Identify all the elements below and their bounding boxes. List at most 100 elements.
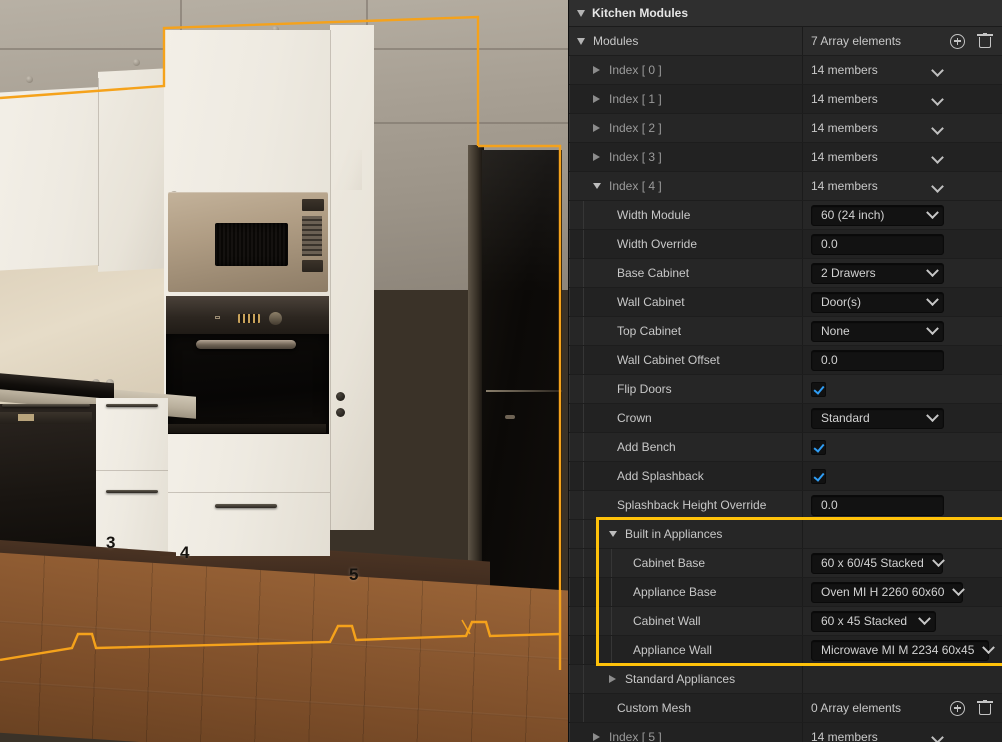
cabinet-knob[interactable] [336, 392, 345, 401]
wall-cabinet-left-door-2[interactable] [98, 68, 170, 272]
row-index[interactable]: Index [ 2 ] 14 members [569, 114, 1002, 143]
property-value-cell[interactable] [803, 433, 1002, 461]
row-property[interactable]: Wall Cabinet Door(s) [569, 288, 1002, 317]
property-number-field[interactable]: 0.0 [811, 494, 944, 516]
modules-name-cell[interactable]: Modules [569, 27, 803, 55]
row-index[interactable]: Index [ 3 ] 14 members [569, 143, 1002, 172]
row-property[interactable]: Splashback Height Override 0.0 [569, 491, 1002, 520]
index-4-name-cell[interactable]: Index [ 4 ] [569, 172, 803, 200]
row-modules-array[interactable]: Modules 7 Array elements [569, 27, 1002, 56]
row-built-in-appliance[interactable]: Cabinet Base 60 x 60/45 Stacked [569, 549, 1002, 578]
property-dropdown[interactable]: None [811, 320, 944, 342]
chevron-right-icon[interactable] [593, 153, 600, 161]
trash-icon[interactable] [977, 33, 993, 49]
property-number-field[interactable]: 0.0 [811, 349, 944, 371]
row-property[interactable]: Width Module 60 (24 inch) [569, 201, 1002, 230]
row-built-in-appliance[interactable]: Appliance Wall Microwave MI M 2234 60x45 [569, 636, 1002, 665]
row-custom-mesh[interactable]: Custom Mesh 0 Array elements [569, 694, 1002, 723]
property-value-cell[interactable]: 0.0 [803, 230, 1002, 258]
row-index[interactable]: Index [ 0 ] 14 members [569, 56, 1002, 85]
appliance-value-cell[interactable]: 60 x 45 Stacked [803, 607, 1002, 635]
property-value-cell[interactable]: None [803, 317, 1002, 345]
chevron-down-icon[interactable] [577, 37, 585, 45]
chevron-down-icon[interactable] [931, 64, 944, 77]
row-standard-appliances[interactable]: Standard Appliances [569, 665, 1002, 694]
row-built-in-appliance[interactable]: Cabinet Wall 60 x 45 Stacked [569, 607, 1002, 636]
row-property[interactable]: Add Bench [569, 433, 1002, 462]
oven-control-knob[interactable] [269, 312, 282, 325]
built-in-oven-door[interactable] [166, 334, 329, 434]
drawer-handle[interactable] [106, 404, 158, 407]
standard-appliances-name-cell[interactable]: Standard Appliances [569, 665, 803, 693]
drawer-handle[interactable] [106, 490, 158, 493]
row-property[interactable]: Add Splashback [569, 462, 1002, 491]
dishwasher-control-panel[interactable] [0, 412, 92, 424]
property-dropdown[interactable]: 60 (24 inch) [811, 204, 944, 226]
row-property[interactable]: Flip Doors [569, 375, 1002, 404]
index-name-cell[interactable]: Index [ 1 ] [569, 85, 803, 113]
property-dropdown[interactable]: 2 Drawers [811, 262, 944, 284]
drawer-handle[interactable] [215, 504, 277, 508]
fridge-handle[interactable] [505, 415, 515, 419]
property-checkbox[interactable] [811, 468, 826, 484]
row-index-4[interactable]: Index [ 4 ] 14 members [569, 172, 1002, 201]
index-name-cell[interactable]: Index [ 0 ] [569, 56, 803, 84]
property-value-cell[interactable]: Standard [803, 404, 1002, 432]
cabinet-knob[interactable] [336, 408, 345, 417]
chevron-down-icon[interactable] [931, 122, 944, 135]
property-dropdown[interactable]: Door(s) [811, 291, 944, 313]
chevron-right-icon[interactable] [593, 733, 600, 741]
index-name-cell[interactable]: Index [ 2 ] [569, 114, 803, 142]
property-value-cell[interactable]: 60 (24 inch) [803, 201, 1002, 229]
appliance-dropdown[interactable]: 60 x 45 Stacked [811, 610, 936, 632]
microwave-button-panel[interactable] [302, 260, 323, 272]
row-property[interactable]: Wall Cabinet Offset 0.0 [569, 346, 1002, 375]
category-header-kitchen-modules[interactable]: Kitchen Modules [569, 0, 1002, 27]
row-property[interactable]: Base Cabinet 2 Drawers [569, 259, 1002, 288]
oven-door-handle[interactable] [196, 340, 296, 349]
trash-icon[interactable] [977, 700, 993, 716]
appliance-dropdown[interactable]: Microwave MI M 2234 60x45 [811, 639, 996, 661]
chevron-down-icon[interactable] [609, 531, 617, 537]
appliance-dropdown[interactable]: Oven MI H 2260 60x60 [811, 581, 966, 603]
property-value-cell[interactable]: 0.0 [803, 491, 1002, 519]
chevron-down-icon[interactable] [931, 731, 944, 742]
property-value-cell[interactable]: Door(s) [803, 288, 1002, 316]
property-dropdown[interactable]: Standard [811, 407, 944, 429]
dishwasher-handle[interactable] [2, 404, 90, 407]
index-name-cell[interactable]: Index [ 3 ] [569, 143, 803, 171]
appliance-value-cell[interactable]: Microwave MI M 2234 60x45 [803, 636, 1002, 664]
chevron-right-icon[interactable] [593, 95, 600, 103]
details-properties-panel[interactable]: Kitchen Modules Modules 7 Array elements… [568, 0, 1002, 742]
row-built-in-appliance[interactable]: Appliance Base Oven MI H 2260 60x60 [569, 578, 1002, 607]
base-drawer-front[interactable] [164, 435, 330, 560]
property-value-cell[interactable] [803, 462, 1002, 490]
property-value-cell[interactable]: 2 Drawers [803, 259, 1002, 287]
row-index[interactable]: Index [ 5 ] 14 members [569, 723, 1002, 742]
built-in-appliances-name-cell[interactable]: Built in Appliances [569, 520, 803, 548]
property-number-field[interactable]: 0.0 [811, 233, 944, 255]
index-name-cell[interactable]: Index [ 5 ] [569, 723, 803, 742]
appliance-value-cell[interactable]: 60 x 60/45 Stacked [803, 549, 1002, 577]
custom-mesh-name-cell[interactable]: Custom Mesh [569, 694, 803, 722]
chevron-down-icon[interactable] [931, 151, 944, 164]
property-checkbox[interactable] [811, 381, 826, 397]
chevron-right-icon[interactable] [593, 124, 600, 132]
chevron-right-icon[interactable] [609, 675, 616, 683]
chevron-down-icon[interactable] [577, 9, 585, 17]
appliance-dropdown[interactable]: 60 x 60/45 Stacked [811, 552, 945, 574]
appliance-value-cell[interactable]: Oven MI H 2260 60x60 [803, 578, 1002, 606]
row-property[interactable]: Width Override 0.0 [569, 230, 1002, 259]
property-value-cell[interactable]: 0.0 [803, 346, 1002, 374]
row-built-in-appliances[interactable]: Built in Appliances [569, 520, 1002, 549]
property-checkbox[interactable] [811, 439, 826, 455]
row-index[interactable]: Index [ 1 ] 14 members [569, 85, 1002, 114]
row-property[interactable]: Top Cabinet None [569, 317, 1002, 346]
chevron-right-icon[interactable] [593, 66, 600, 74]
kitchen-3d-viewport[interactable]: 3 4 5 [0, 0, 568, 742]
chevron-down-icon[interactable] [931, 180, 944, 193]
property-value-cell[interactable] [803, 375, 1002, 403]
plus-circle-icon[interactable] [950, 700, 965, 716]
microwave-keypad[interactable] [302, 216, 322, 256]
plus-circle-icon[interactable] [950, 33, 965, 49]
